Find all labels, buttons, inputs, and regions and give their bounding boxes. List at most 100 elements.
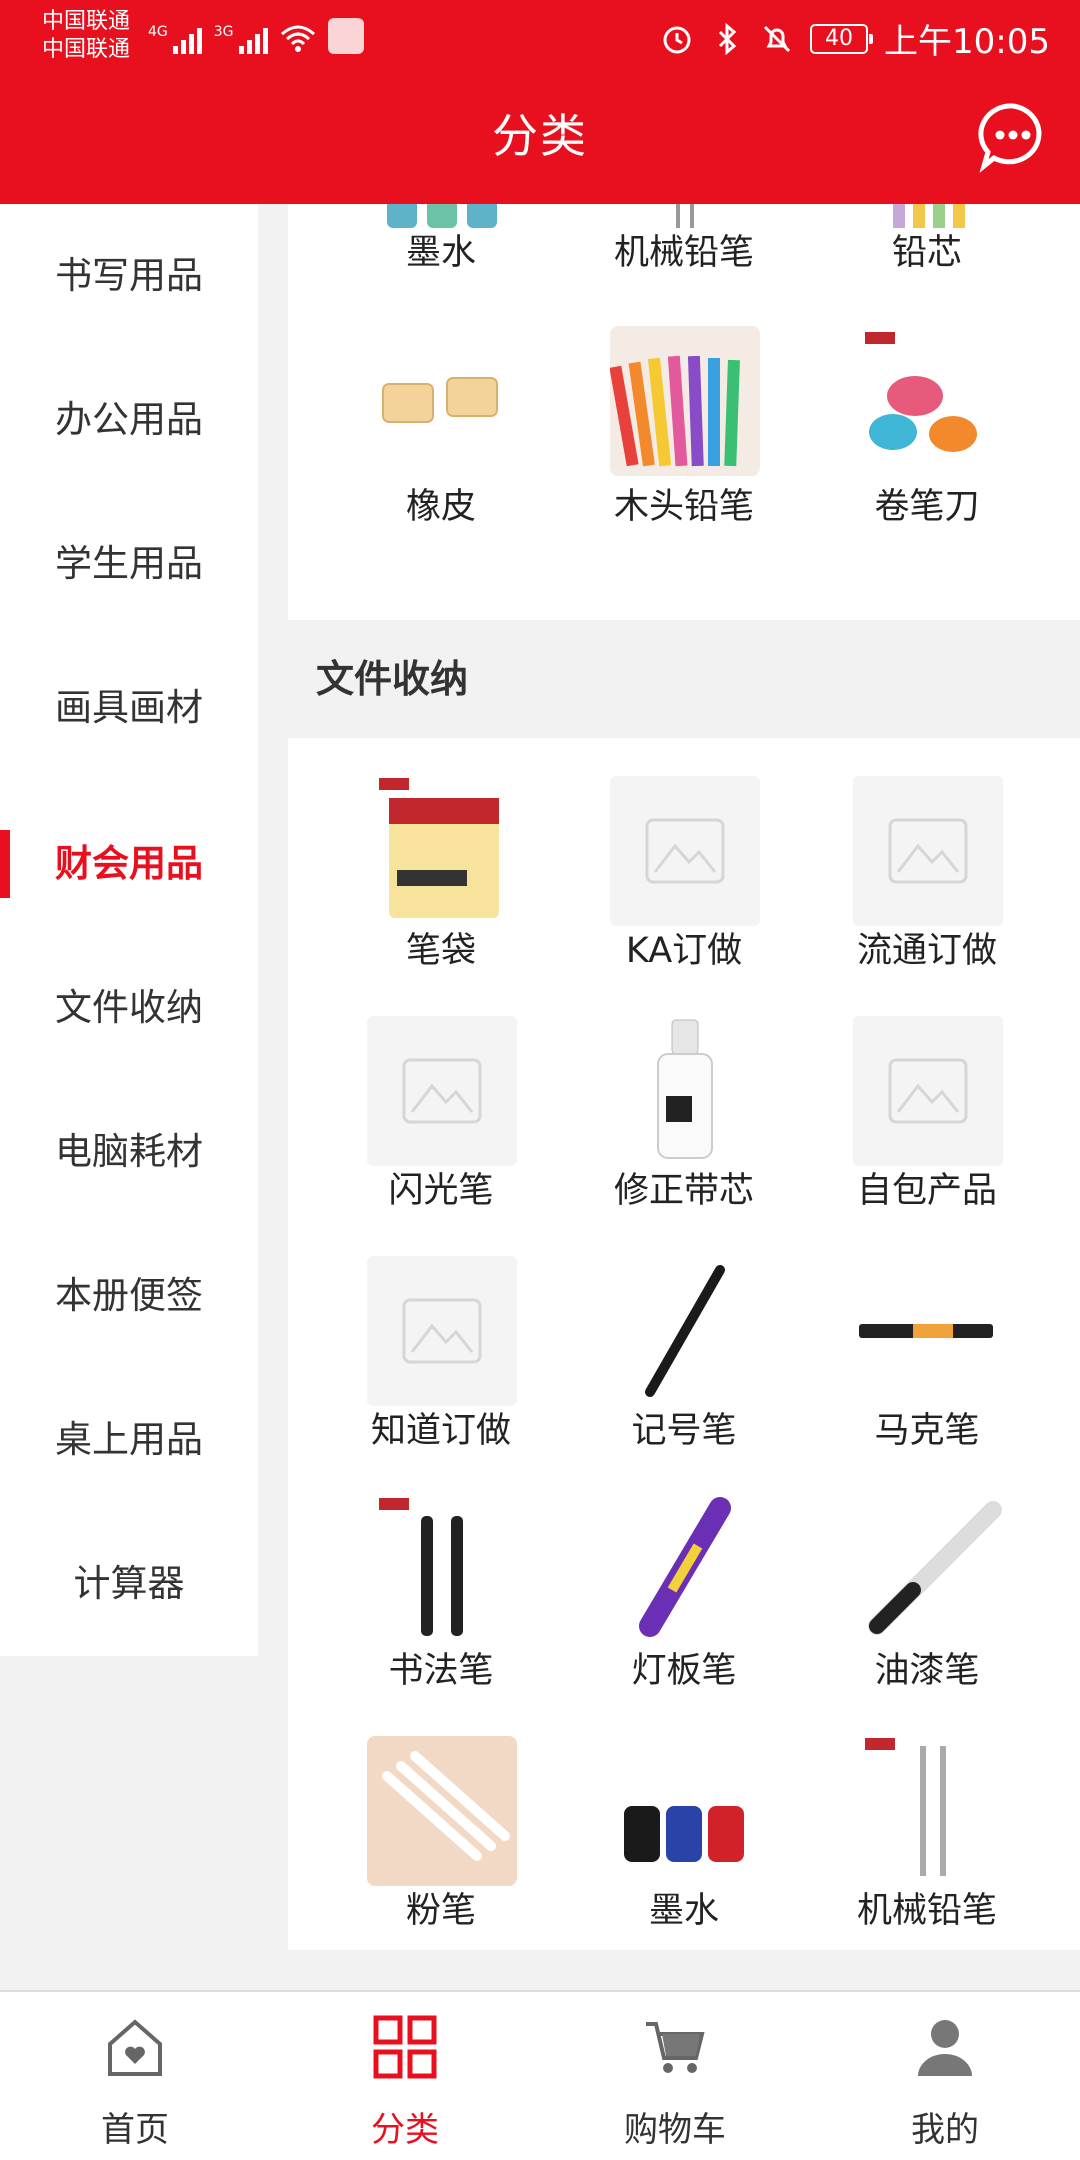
product-label: 流通订做 — [856, 931, 997, 971]
product-correction-refill[interactable]: 修正带芯 — [563, 990, 806, 1230]
product-ka-custom[interactable]: KA订做 — [563, 750, 806, 990]
section-title: 文件收纳 — [288, 620, 1080, 738]
sidebar-item-notebooks[interactable]: 本册便签 — [0, 1224, 258, 1368]
product-label: 墨水 — [648, 1891, 719, 1931]
product-marker[interactable]: 马克笔 — [806, 1230, 1049, 1470]
app-header: 中国联通 中国联通 4G 3G 40 上午10:05 分类 — [0, 0, 1080, 204]
category-icon — [373, 2015, 437, 2079]
sidebar-item-file-storage[interactable]: 文件收纳 — [0, 936, 258, 1080]
product-wood-pencil[interactable]: 木头铅笔 — [563, 300, 806, 540]
product-label: 书法笔 — [388, 1651, 494, 1691]
tab-label: 购物车 — [624, 2110, 726, 2150]
product-marker-pen[interactable]: 记号笔 — [563, 1230, 806, 1470]
app-notification-icon — [327, 18, 364, 54]
tab-label: 分类 — [371, 2110, 439, 2150]
sticky-notes-icon — [378, 778, 499, 918]
sidebar-item-accounting[interactable]: 财会用品 — [0, 792, 258, 936]
brush-pen-icon — [378, 1498, 463, 1636]
product-label: 笔袋 — [405, 931, 476, 971]
sidebar-item-calculator[interactable]: 计算器 — [0, 1512, 258, 1656]
product-label: 自包产品 — [856, 1171, 997, 1211]
product-label: 橡皮 — [405, 487, 476, 527]
product-chalk[interactable]: 粉笔 — [320, 1710, 563, 1950]
product-led-board-pen[interactable]: 灯板笔 — [563, 1470, 806, 1710]
signal-4g-icon: 4G — [148, 24, 202, 54]
product-circulation-custom[interactable]: 流通订做 — [806, 750, 1049, 990]
subcategory-panel: 笔袋 KA订做 流通订做 闪光笔 修正带芯 自包产品 知道订做 记号笔 马克笔 … — [288, 738, 1080, 1950]
product-label: 木头铅笔 — [613, 487, 754, 527]
product-glitter-pen[interactable]: 闪光笔 — [320, 990, 563, 1230]
carrier-text: 中国联通 中国联通 — [42, 8, 130, 64]
tab-label: 我的 — [911, 2110, 979, 2150]
correction-fluid-icon — [656, 1019, 713, 1159]
led-board-pen-icon — [638, 1497, 731, 1637]
network-4g-label: 4G — [148, 24, 168, 40]
carrier-line-1: 中国联通 — [42, 9, 131, 34]
product-paint-pen[interactable]: 油漆笔 — [806, 1470, 1049, 1710]
clock-time: 上午10:05 — [884, 22, 1050, 62]
status-right: 40 上午10:05 — [660, 14, 1050, 63]
page-title: 分类 — [492, 109, 588, 163]
chalk-markers-icon — [366, 1736, 517, 1886]
bottom-tab-bar: 首页 分类 购物车 我的 — [0, 1990, 1080, 2160]
mute-bell-icon — [763, 25, 791, 52]
sidebar-item-desk[interactable]: 桌上用品 — [0, 1368, 258, 1512]
product-label: 墨水 — [405, 233, 476, 273]
sidebar-item-writing[interactable]: 书写用品 — [0, 204, 258, 348]
sidebar-item-computer[interactable]: 电脑耗材 — [0, 1080, 258, 1224]
user-icon — [918, 2020, 972, 2076]
sidebar-item-art[interactable]: 画具画材 — [0, 636, 258, 780]
sharpener-icon — [864, 332, 977, 452]
network-3g-label: 3G — [213, 24, 234, 40]
product-sharpener[interactable]: 卷笔刀 — [806, 300, 1049, 540]
sidebar-item-office[interactable]: 办公用品 — [0, 348, 258, 492]
tab-category[interactable]: 分类 — [270, 1992, 540, 2160]
product-label: 机械铅笔 — [613, 233, 754, 273]
signal-3g-icon: 3G — [214, 24, 268, 54]
sidebar-item-student[interactable]: 学生用品 — [0, 492, 258, 636]
message-icon[interactable] — [976, 100, 1050, 174]
product-mechanical-pencil-2[interactable]: 机械铅笔 — [806, 1710, 1049, 1950]
product-label: 闪光笔 — [388, 1171, 494, 1211]
subcategory-panel-top: 墨水 机械铅笔 铅芯 橡皮 木头铅笔 卷笔刀 — [288, 204, 1080, 620]
ink-bottles-icon — [623, 1806, 744, 1862]
battery-level: 40 — [825, 25, 854, 51]
eraser-icon — [381, 377, 498, 423]
home-icon — [108, 2019, 162, 2076]
signal-group: 4G 3G — [148, 18, 364, 54]
placeholder-image-icon — [852, 776, 1003, 926]
product-zhidao-custom[interactable]: 知道订做 — [320, 1230, 563, 1470]
category-sidebar: 书写用品 办公用品 学生用品 画具画材 财会用品 文件收纳 电脑耗材 本册便签 … — [0, 204, 258, 1656]
product-self-packaged[interactable]: 自包产品 — [806, 990, 1049, 1230]
product-label: 修正带芯 — [613, 1171, 754, 1211]
product-pen-bag[interactable]: 笔袋 — [320, 750, 563, 990]
paint-pen-icon — [867, 1501, 1002, 1635]
alarm-icon — [663, 26, 691, 53]
product-label: 粉笔 — [405, 1891, 476, 1931]
battery-icon: 40 — [810, 23, 874, 54]
product-label: KA订做 — [625, 931, 743, 971]
placeholder-image-icon — [366, 1016, 517, 1166]
category-content: 墨水 机械铅笔 铅芯 橡皮 木头铅笔 卷笔刀 文件收纳 笔袋 KA订做 流通订做… — [288, 204, 1080, 1990]
mechanical-pencil-icon — [864, 1738, 946, 1876]
product-label: 铅芯 — [891, 233, 962, 273]
bluetooth-icon — [718, 22, 737, 55]
product-label: 知道订做 — [370, 1411, 511, 1451]
product-label: 机械铅笔 — [856, 1891, 997, 1931]
product-label: 记号笔 — [631, 1411, 737, 1451]
product-ink-2[interactable]: 墨水 — [563, 1710, 806, 1950]
product-label: 卷笔刀 — [874, 487, 980, 527]
tab-home[interactable]: 首页 — [0, 1992, 270, 2160]
product-label: 油漆笔 — [874, 1651, 980, 1691]
placeholder-image-icon — [609, 776, 760, 926]
tab-cart[interactable]: 购物车 — [540, 1992, 810, 2160]
cart-icon — [646, 2022, 705, 2073]
colored-pencils-icon — [609, 326, 760, 476]
tab-label: 首页 — [101, 2110, 169, 2150]
product-eraser[interactable]: 橡皮 — [320, 300, 563, 540]
tab-profile[interactable]: 我的 — [810, 1992, 1080, 2160]
product-calligraphy-pen[interactable]: 书法笔 — [320, 1470, 563, 1710]
marker-icon — [858, 1324, 993, 1338]
wifi-icon — [280, 25, 315, 52]
placeholder-image-icon — [852, 1016, 1003, 1166]
